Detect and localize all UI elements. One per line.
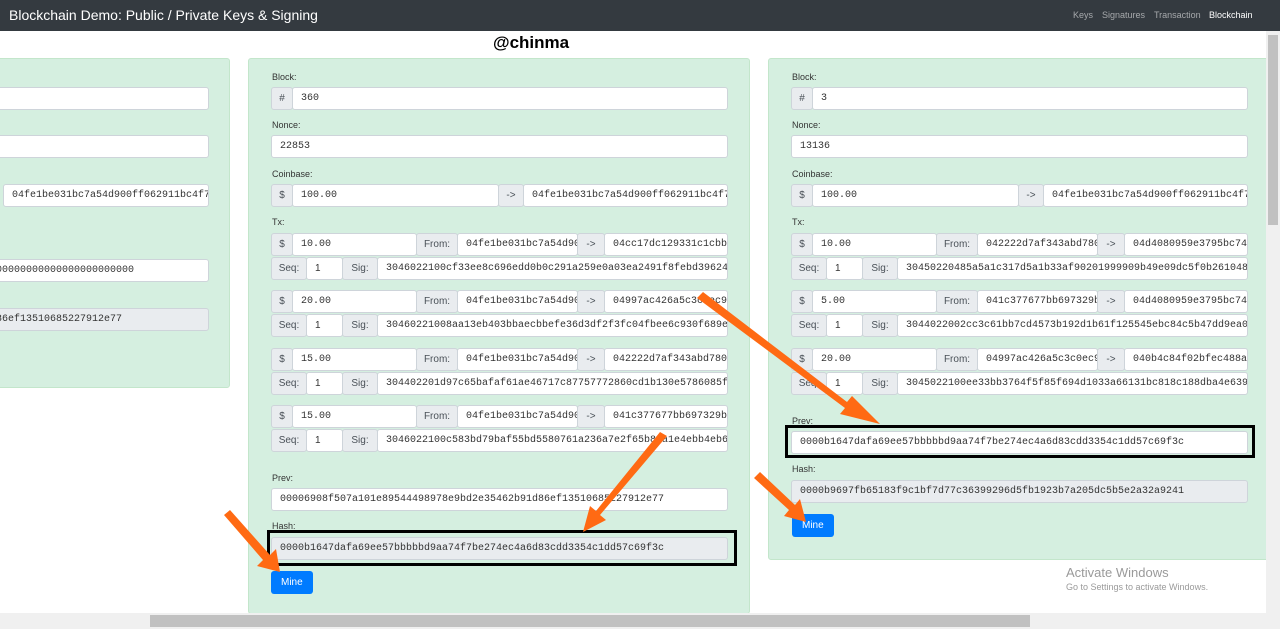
arrow-icon — [754, 472, 806, 522]
vertical-scrollbar-thumb[interactable] — [1268, 35, 1278, 225]
arrow-icon — [583, 432, 667, 532]
horizontal-scrollbar[interactable] — [0, 613, 1266, 629]
vertical-scrollbar[interactable] — [1266, 31, 1280, 629]
arrow-icon — [224, 510, 280, 572]
annotation-arrows — [224, 292, 880, 572]
arrow-icon — [697, 292, 880, 424]
activate-windows-title: Activate Windows — [1066, 565, 1169, 580]
horizontal-scrollbar-thumb[interactable] — [150, 615, 1030, 627]
activate-windows-subtitle: Go to Settings to activate Windows. — [1066, 582, 1209, 592]
activate-windows-watermark: Activate Windows Go to Settings to activ… — [1066, 565, 1208, 592]
